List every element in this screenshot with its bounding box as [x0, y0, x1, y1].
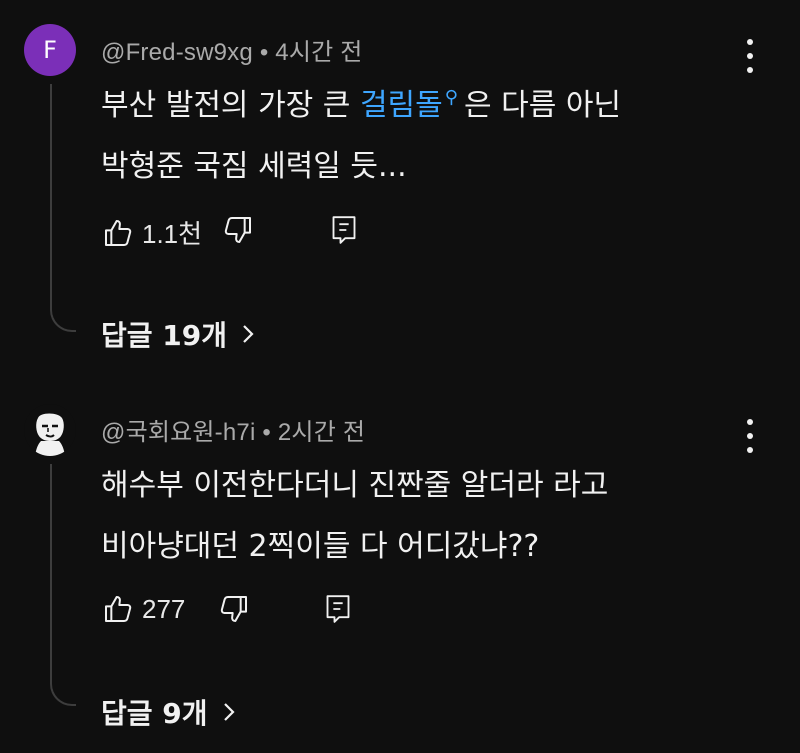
- comment-text-segment: 은 다름 아닌: [463, 88, 622, 123]
- thumbs-down-icon: [224, 217, 251, 243]
- comment-icon: [326, 595, 350, 623]
- comment-time: 2시간 전: [277, 419, 366, 446]
- more-vert-icon[interactable]: [738, 39, 762, 73]
- comment-2: @국회요원-h7i • 2시간 전 해수부 이전한다더니 진짠줄 알더라 라고 …: [0, 380, 800, 753]
- like-button[interactable]: 1.1천: [102, 214, 202, 251]
- chevron-right-icon: [243, 325, 254, 343]
- comment-text-segment: 부산 발전의 가장 큰: [101, 88, 360, 123]
- view-replies-button[interactable]: 답글 9개: [101, 692, 236, 732]
- comment-icon: [332, 216, 356, 244]
- comment-text-line-1: 부산 발전의 가장 큰 걸림돌 ⚲ 은 다름 아닌: [101, 80, 621, 124]
- thread-line: [50, 84, 76, 332]
- avatar[interactable]: [24, 404, 76, 456]
- search-link[interactable]: 걸림돌: [360, 88, 443, 123]
- dislike-button[interactable]: [222, 214, 254, 246]
- comment-text-line-1: 해수부 이전한다더니 진짠줄 알더라 라고: [101, 468, 609, 503]
- thumbs-down-icon: [220, 596, 247, 622]
- thumbs-up-icon: [105, 219, 132, 246]
- comment-text-line-2: 박형준 국짐 세력일 듯...: [101, 149, 407, 184]
- meta-separator: •: [259, 39, 269, 66]
- comment-meta: @국회요원-h7i • 2시간 전: [101, 412, 365, 447]
- avatar[interactable]: F: [24, 24, 76, 76]
- like-button[interactable]: 277: [102, 593, 185, 625]
- thumbs-up-icon: [105, 596, 132, 622]
- author-name[interactable]: @국회요원-h7i: [101, 419, 256, 446]
- face-icon: [24, 404, 76, 456]
- meta-separator: •: [262, 419, 271, 446]
- author-name[interactable]: @Fred-sw9xg: [101, 39, 253, 66]
- avatar-letter: F: [43, 36, 57, 64]
- comment-text-line-2: 비아냥대던 2찍이들 다 어디갔냐??: [101, 529, 540, 564]
- reply-button[interactable]: [324, 593, 352, 625]
- like-count: 1.1천: [142, 219, 203, 249]
- thread-line: [50, 464, 76, 706]
- chevron-right-icon: [223, 703, 235, 721]
- like-count: 277: [142, 593, 186, 624]
- comment-time: 4시간 전: [275, 39, 363, 66]
- view-replies-button[interactable]: 답글 19개: [101, 314, 255, 354]
- search-icon[interactable]: ⚲: [445, 87, 458, 108]
- comment-meta: @Fred-sw9xg • 4시간 전: [101, 32, 363, 67]
- more-vert-icon[interactable]: [738, 419, 762, 453]
- replies-label: 답글 19개: [101, 319, 227, 352]
- reply-button[interactable]: [330, 214, 358, 246]
- comment-1: F @Fred-sw9xg • 4시간 전 부산 발전의 가장 큰 걸림돌 ⚲ 은 …: [0, 0, 800, 380]
- replies-label: 답글 9개: [101, 697, 208, 730]
- dislike-button[interactable]: [218, 593, 250, 625]
